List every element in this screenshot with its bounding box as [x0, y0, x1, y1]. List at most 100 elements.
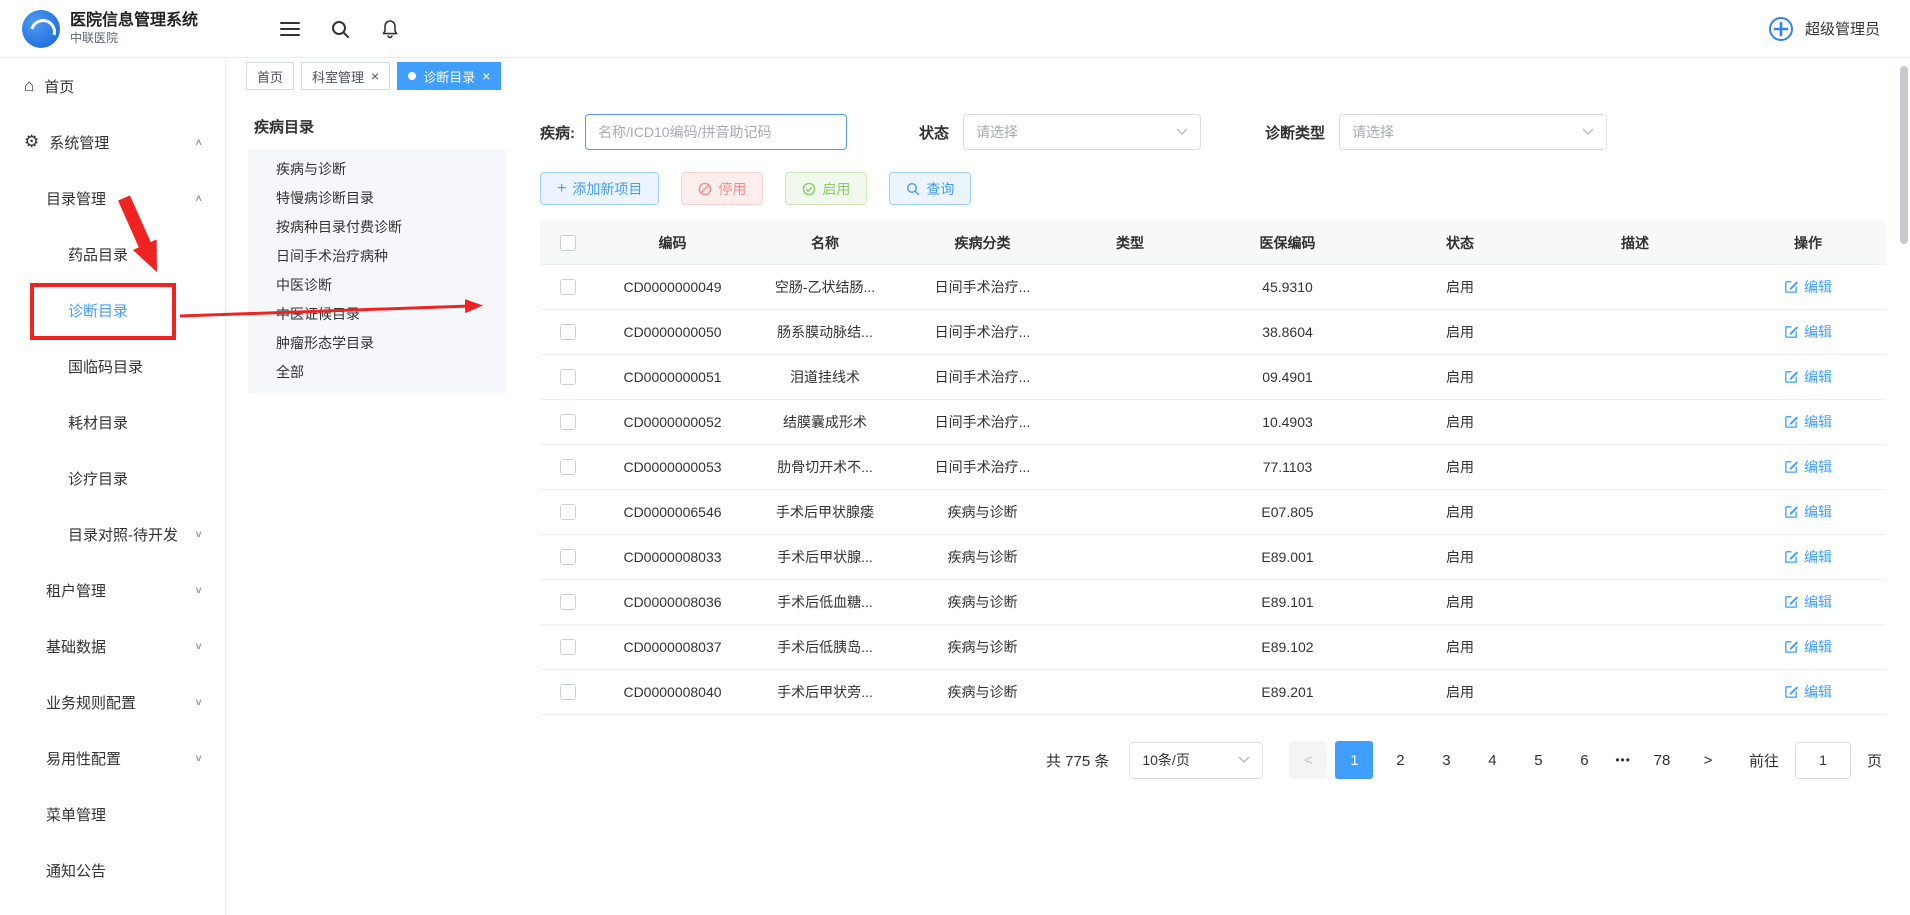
- menu-item-label: 首页: [44, 76, 74, 97]
- row-checkbox[interactable]: [560, 414, 576, 430]
- menu-item-label: 诊疗目录: [68, 468, 128, 489]
- sidebar-menu-item[interactable]: 目录对照-待开发 ∨: [0, 506, 225, 562]
- column-header-name: 名称: [750, 233, 900, 253]
- hamburger-icon[interactable]: [280, 22, 300, 36]
- cell-status: 启用: [1380, 502, 1540, 522]
- catalog-list-item[interactable]: 日间手术治疗病种: [248, 242, 506, 271]
- page-button[interactable]: 2: [1381, 741, 1419, 779]
- edit-button[interactable]: 编辑: [1784, 592, 1832, 612]
- sidebar-menu-item[interactable]: 易用性配置 ∨: [0, 730, 225, 786]
- edit-icon: [1784, 324, 1799, 339]
- prev-page-button[interactable]: <: [1289, 741, 1327, 779]
- toolbar: + 添加新项目 停用 启用 查询: [540, 172, 1886, 205]
- edit-button[interactable]: 编辑: [1784, 412, 1832, 432]
- cell-status: 启用: [1380, 547, 1540, 567]
- chevron-down-icon: ∨: [194, 640, 203, 651]
- edit-icon: [1784, 504, 1799, 519]
- page-button[interactable]: 3: [1427, 741, 1465, 779]
- cell-category: 疾病与诊断: [900, 637, 1065, 657]
- enable-button[interactable]: 启用: [785, 172, 867, 205]
- row-checkbox[interactable]: [560, 549, 576, 565]
- row-checkbox[interactable]: [560, 684, 576, 700]
- row-checkbox[interactable]: [560, 324, 576, 340]
- sidebar-menu-item[interactable]: ⚙ 系统管理 ∧: [0, 114, 225, 170]
- table-header: 编码 名称 疾病分类 类型 医保编码 状态 描述 操作: [540, 221, 1886, 265]
- tab-close-icon[interactable]: ×: [371, 69, 379, 83]
- row-checkbox[interactable]: [560, 639, 576, 655]
- sidebar-menu-item[interactable]: 租户管理 ∨: [0, 562, 225, 618]
- catalog-list-item[interactable]: 特慢病诊断目录: [248, 184, 506, 213]
- edit-button[interactable]: 编辑: [1784, 277, 1832, 297]
- sidebar-menu-item[interactable]: 通知公告: [0, 842, 225, 898]
- cell-name: 空肠-乙状结肠...: [750, 277, 900, 297]
- edit-button[interactable]: 编辑: [1784, 637, 1832, 657]
- sidebar-menu-item[interactable]: 业务规则配置 ∨: [0, 674, 225, 730]
- row-checkbox[interactable]: [560, 279, 576, 295]
- catalog-list-item[interactable]: 肿瘤形态学目录: [248, 329, 506, 358]
- page-button[interactable]: 6: [1565, 741, 1603, 779]
- cell-code: CD0000008037: [595, 639, 750, 655]
- diagnosis-table: 编码 名称 疾病分类 类型 医保编码 状态 描述 操作 CD0000000049…: [540, 221, 1886, 715]
- catalog-list-item[interactable]: 中医诊断: [248, 271, 506, 300]
- bell-icon[interactable]: [380, 19, 400, 39]
- cell-insurance-code: 77.1103: [1195, 459, 1380, 475]
- forbidden-icon: [698, 182, 712, 196]
- page-size-select[interactable]: 10条/页: [1129, 742, 1263, 779]
- edit-button[interactable]: 编辑: [1784, 682, 1832, 702]
- diagnosis-type-select[interactable]: 请选择: [1339, 114, 1607, 150]
- page-button-last[interactable]: 78: [1643, 741, 1681, 779]
- sidebar-menu-item[interactable]: 基础数据 ∨: [0, 618, 225, 674]
- user-area[interactable]: 超级管理员: [1767, 15, 1880, 43]
- disease-search-input[interactable]: [585, 114, 847, 150]
- row-checkbox[interactable]: [560, 369, 576, 385]
- page-button[interactable]: 5: [1519, 741, 1557, 779]
- add-item-button[interactable]: + 添加新项目: [540, 172, 659, 205]
- table-row: CD0000008037 手术后低胰岛... 疾病与诊断 E89.102 启用 …: [540, 625, 1886, 670]
- edit-button[interactable]: 编辑: [1784, 457, 1832, 477]
- sidebar-menu-item[interactable]: 目录管理 ∧: [0, 170, 225, 226]
- edit-label: 编辑: [1804, 367, 1832, 387]
- catalog-list-item[interactable]: 中医证候目录: [248, 300, 506, 329]
- diagnosis-type-select-value: 请选择: [1352, 122, 1394, 142]
- row-checkbox[interactable]: [560, 594, 576, 610]
- menu-item-label: 目录对照-待开发: [68, 524, 178, 545]
- row-checkbox[interactable]: [560, 459, 576, 475]
- catalog-list-item[interactable]: 全部: [248, 358, 506, 387]
- page-button[interactable]: 1: [1335, 741, 1373, 779]
- sidebar-menu-item[interactable]: 诊断目录: [0, 282, 225, 338]
- catalog-list-item[interactable]: 疾病与诊断: [248, 155, 506, 184]
- cell-insurance-code: 09.4901: [1195, 369, 1380, 385]
- tab-home[interactable]: 首页: [246, 62, 294, 90]
- sidebar-menu-item[interactable]: 国临码目录: [0, 338, 225, 394]
- tab-diagnosis-catalog[interactable]: 诊断目录 ×: [397, 62, 501, 90]
- vertical-scrollbar[interactable]: [1900, 66, 1908, 244]
- disable-button[interactable]: 停用: [681, 172, 763, 205]
- sidebar-menu-item[interactable]: 药品目录: [0, 226, 225, 282]
- cell-code: CD0000000052: [595, 414, 750, 430]
- query-button[interactable]: 查询: [889, 172, 971, 205]
- sidebar-menu-item[interactable]: ⌂ 首页: [0, 58, 225, 114]
- search-icon[interactable]: [330, 19, 350, 39]
- cell-insurance-code: E89.001: [1195, 549, 1380, 565]
- cell-status: 启用: [1380, 322, 1540, 342]
- cell-insurance-code: E89.102: [1195, 639, 1380, 655]
- sidebar-menu-item[interactable]: 诊疗目录: [0, 450, 225, 506]
- row-checkbox[interactable]: [560, 504, 576, 520]
- filter-row: 疾病: 状态 请选择 诊断类型 请选择: [540, 114, 1886, 150]
- next-page-button[interactable]: >: [1689, 741, 1727, 779]
- tab-close-icon[interactable]: ×: [482, 69, 490, 83]
- edit-button[interactable]: 编辑: [1784, 502, 1832, 522]
- edit-button[interactable]: 编辑: [1784, 547, 1832, 567]
- edit-button[interactable]: 编辑: [1784, 367, 1832, 387]
- pagination-ellipsis-icon[interactable]: •••: [1611, 753, 1635, 767]
- catalog-list-item[interactable]: 按病种目录付费诊断: [248, 213, 506, 242]
- sidebar-menu-item[interactable]: 菜单管理: [0, 786, 225, 842]
- tab-label: 首页: [257, 67, 283, 86]
- select-all-checkbox[interactable]: [560, 235, 576, 251]
- sidebar-menu-item[interactable]: 耗材目录: [0, 394, 225, 450]
- edit-button[interactable]: 编辑: [1784, 322, 1832, 342]
- page-button[interactable]: 4: [1473, 741, 1511, 779]
- tab-department-management[interactable]: 科室管理 ×: [301, 62, 390, 90]
- status-select[interactable]: 请选择: [963, 114, 1201, 150]
- goto-page-input[interactable]: [1795, 742, 1851, 779]
